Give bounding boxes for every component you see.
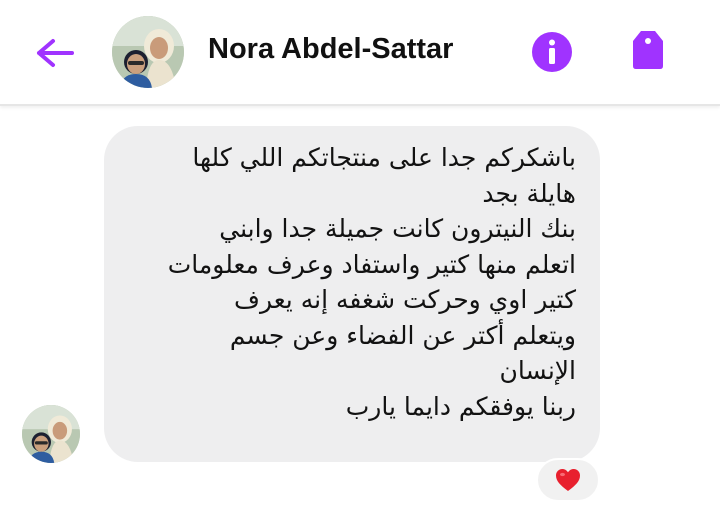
heart-icon (556, 469, 580, 491)
chat-screen: Nora Abdel-Sattar باشكركم جدا على منتجات… (0, 0, 720, 514)
avatar-photo (112, 16, 184, 88)
info-button[interactable] (530, 30, 574, 74)
message-line: بنك النيترون كانت جميلة جدا وابني (219, 214, 576, 243)
message-line: الإنسان (499, 356, 576, 385)
chat-header: Nora Abdel-Sattar (0, 0, 720, 106)
avatar-photo (22, 405, 80, 463)
contact-name[interactable]: Nora Abdel-Sattar (208, 33, 453, 66)
message-line: ربنا يوفقكم دايما يارب (345, 391, 576, 421)
sender-avatar[interactable] (22, 405, 80, 463)
message-line: اتعلم منها كتير واستفاد وعرف معلومات (167, 249, 576, 279)
reaction-badge[interactable] (536, 458, 600, 502)
arrow-left-icon (37, 39, 74, 67)
back-button[interactable] (30, 30, 80, 76)
message-line: كتير اوي وحركت شغفه إنه يعرف (234, 285, 576, 314)
message-line: باشكركم جدا على منتجاتكم اللي كلها (192, 143, 576, 172)
tag-button[interactable] (630, 28, 666, 72)
message-bubble[interactable]: باشكركم جدا على منتجاتكم اللي كلها هايلة… (104, 126, 600, 462)
info-icon (532, 32, 572, 72)
message-line: ويتعلم أكتر عن الفضاء وعن جسم (229, 320, 576, 350)
tag-icon (633, 31, 663, 69)
message-line: هايلة بجد (482, 178, 576, 208)
contact-avatar[interactable] (112, 16, 184, 88)
